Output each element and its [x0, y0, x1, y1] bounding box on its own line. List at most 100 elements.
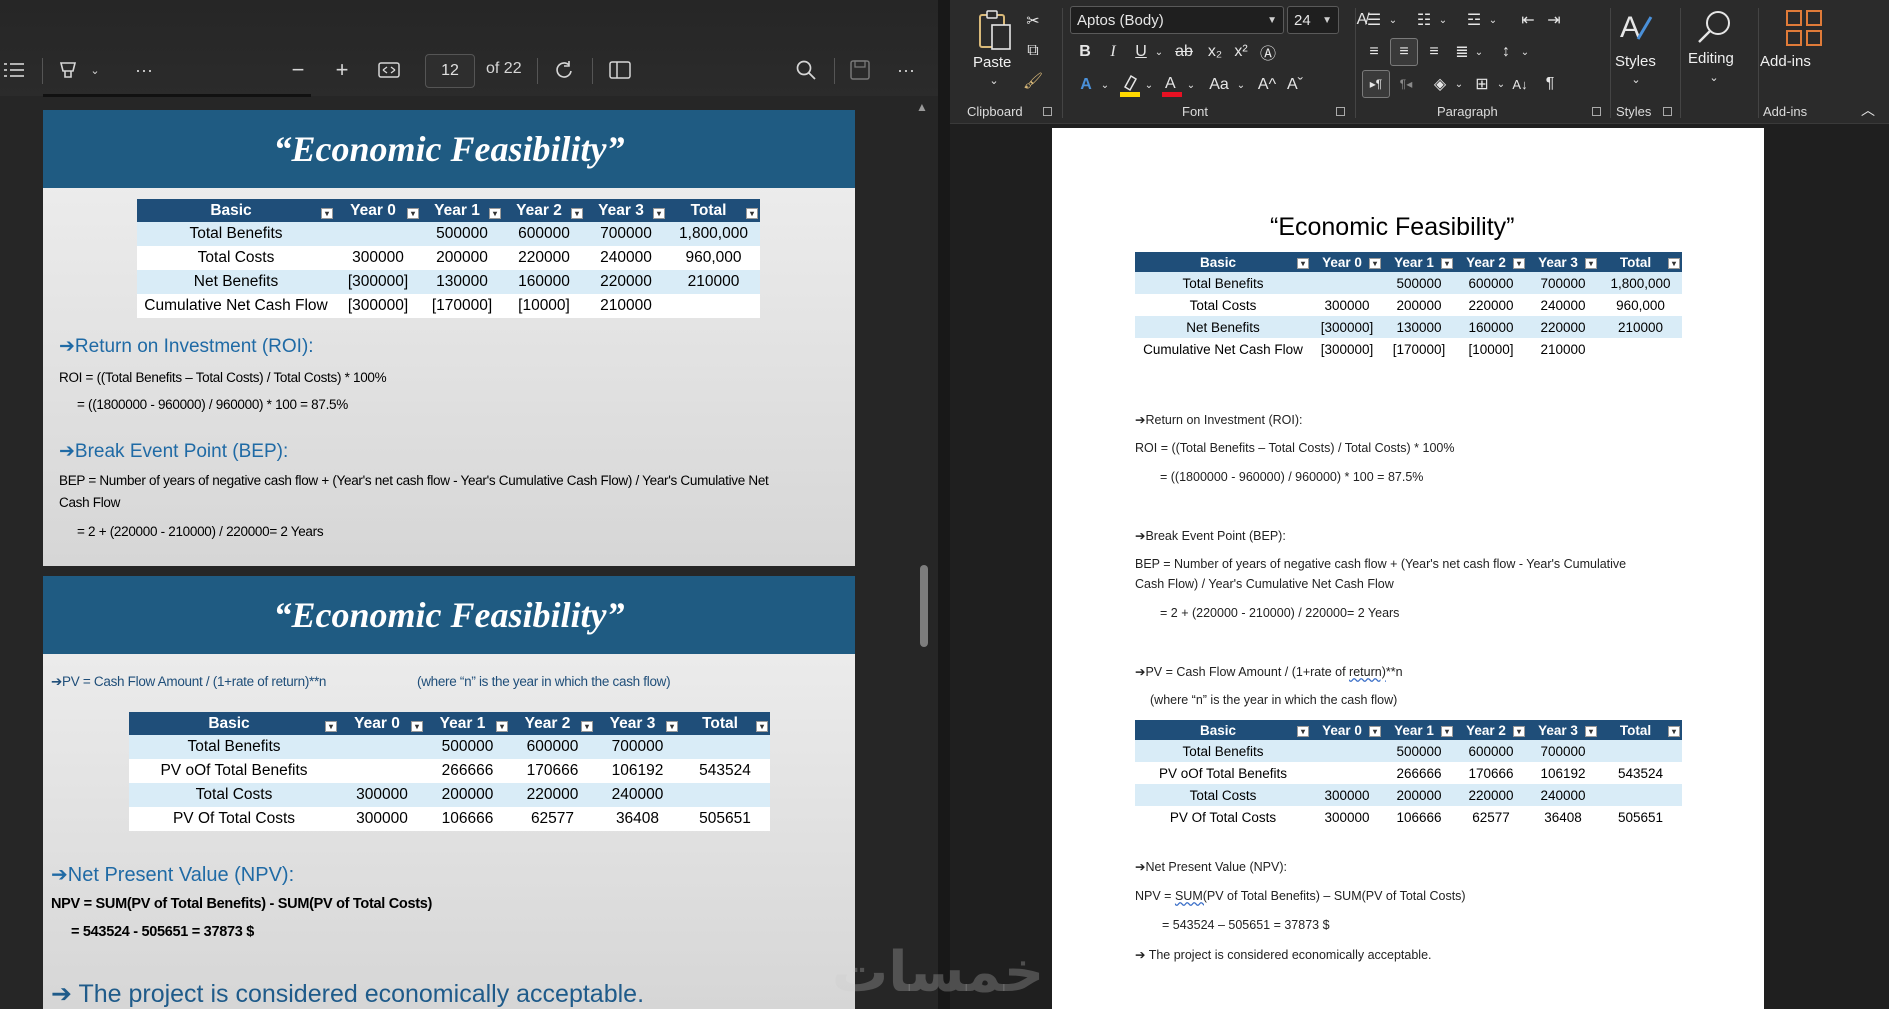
align-left-icon[interactable]: ≡	[1362, 40, 1386, 64]
italic-button[interactable]: I	[1102, 40, 1124, 64]
table-cell[interactable]: 500000	[1383, 272, 1455, 294]
filter-dropdown-icon[interactable]: ▾	[1297, 258, 1309, 269]
shrink-font-button[interactable]: Aˇ	[1282, 72, 1308, 98]
highlight-color-icon[interactable]	[1118, 72, 1142, 98]
table-cell[interactable]: [300000]	[1311, 316, 1383, 338]
filter-dropdown-icon[interactable]: ▾	[571, 208, 583, 219]
filter-dropdown-icon[interactable]: ▾	[1297, 726, 1309, 737]
table-cell[interactable]: 505651	[1599, 806, 1682, 828]
table-cell[interactable]: 300000	[1311, 294, 1383, 316]
bold-button[interactable]: B	[1074, 40, 1096, 64]
clipboard-launcher-icon[interactable]	[1043, 107, 1052, 116]
justify-chevron-icon[interactable]: ⌄	[1472, 40, 1486, 64]
bullets-chevron-icon[interactable]: ⌄	[1386, 8, 1400, 32]
highlight-chevron-icon[interactable]: ⌄	[1142, 72, 1156, 98]
ltr-direction-icon[interactable]: ▸¶	[1362, 70, 1390, 98]
highlighter-icon[interactable]	[54, 56, 82, 84]
filter-dropdown-icon[interactable]: ▾	[1513, 726, 1525, 737]
filter-dropdown-icon[interactable]: ▾	[489, 208, 501, 219]
more-options-icon[interactable]: ···	[892, 56, 920, 84]
minus-icon[interactable]: −	[284, 56, 312, 84]
table-cell[interactable]	[1599, 338, 1682, 360]
spelling-underline[interactable]: return)	[1349, 665, 1386, 679]
table-cell[interactable]: [170000]	[1383, 338, 1455, 360]
table-cell[interactable]: [300000]	[1311, 338, 1383, 360]
table-cell[interactable]: Total Benefits	[1135, 272, 1311, 294]
text-effects-chevron-icon[interactable]: ⌄	[1098, 72, 1112, 98]
scrollbar-thumb[interactable]	[920, 565, 928, 647]
fit-width-icon[interactable]	[374, 56, 404, 84]
page-number-input[interactable]: 12	[425, 54, 475, 88]
borders-chevron-icon[interactable]: ⌄	[1494, 72, 1508, 96]
table-cell[interactable]: 300000	[1311, 806, 1383, 828]
collapse-ribbon-icon[interactable]: ︿	[1858, 100, 1878, 120]
filter-dropdown-icon[interactable]: ▾	[653, 208, 665, 219]
window-divider[interactable]	[938, 0, 950, 1009]
styles-chevron-icon[interactable]: ⌄	[1628, 72, 1644, 86]
document-page[interactable]: “Economic Feasibility” Basic ▾ Year 0 ▾ Ye…	[1052, 128, 1764, 1009]
table-cell[interactable]: 62577	[1455, 806, 1527, 828]
table-cell[interactable]: Total Costs	[1135, 784, 1311, 806]
font-color-chevron-icon[interactable]: ⌄	[1184, 72, 1198, 98]
filter-dropdown-icon[interactable]: ▾	[411, 721, 423, 732]
paste-icon[interactable]	[974, 8, 1014, 52]
numbering-icon[interactable]: ☷	[1412, 8, 1436, 32]
copy-icon[interactable]: ⧉	[1022, 40, 1044, 62]
table-cell[interactable]: 36408	[1527, 806, 1599, 828]
strikethrough-button[interactable]: ab	[1172, 40, 1196, 64]
filter-dropdown-icon[interactable]: ▾	[666, 721, 678, 732]
multilevel-chevron-icon[interactable]: ⌄	[1486, 8, 1500, 32]
editing-icon[interactable]	[1694, 6, 1736, 48]
table-cell[interactable]: 300000	[1311, 784, 1383, 806]
plus-icon[interactable]: +	[328, 56, 356, 84]
table-cell[interactable]: Total Costs	[1135, 294, 1311, 316]
filter-dropdown-icon[interactable]: ▾	[1668, 726, 1680, 737]
styles-button[interactable]: Styles	[1615, 53, 1656, 70]
line-spacing-chevron-icon[interactable]: ⌄	[1518, 40, 1532, 64]
table-cell[interactable]: Net Benefits	[1135, 316, 1311, 338]
filter-dropdown-icon[interactable]: ▾	[1585, 726, 1597, 737]
table-cell[interactable]: PV oOf Total Benefits	[1135, 762, 1311, 784]
table-cell[interactable]	[1311, 272, 1383, 294]
filter-dropdown-icon[interactable]: ▾	[1668, 258, 1680, 269]
align-right-icon[interactable]: ≡	[1422, 40, 1446, 64]
shading-chevron-icon[interactable]: ⌄	[1452, 72, 1466, 96]
filter-dropdown-icon[interactable]: ▾	[407, 208, 419, 219]
text-effects-icon[interactable]: Ⓐ	[1256, 40, 1280, 64]
text-effects-button[interactable]: A	[1074, 72, 1098, 98]
table-cell[interactable]: 130000	[1383, 316, 1455, 338]
editing-button[interactable]: Editing	[1688, 50, 1734, 67]
rotate-icon[interactable]	[550, 56, 578, 84]
list-icon[interactable]	[2, 58, 26, 82]
filter-dropdown-icon[interactable]: ▾	[325, 721, 337, 732]
table-cell[interactable]: 240000	[1527, 784, 1599, 806]
table-cell[interactable]: PV Of Total Costs	[1135, 806, 1311, 828]
borders-icon[interactable]: ⊞	[1470, 72, 1494, 96]
filter-dropdown-icon[interactable]: ▾	[1513, 258, 1525, 269]
styles-icon[interactable]: A	[1616, 8, 1656, 48]
multilevel-list-icon[interactable]: ☲	[1462, 8, 1486, 32]
table-cell[interactable]	[1599, 784, 1682, 806]
table-cell[interactable]: 700000	[1527, 272, 1599, 294]
paragraph-launcher-icon[interactable]	[1592, 107, 1601, 116]
font-size-select[interactable]: 24 ▼	[1287, 6, 1339, 34]
filter-dropdown-icon[interactable]: ▾	[1441, 726, 1453, 737]
align-center-icon[interactable]: ≡	[1390, 38, 1418, 66]
font-name-select[interactable]: Aptos (Body) ▼	[1070, 6, 1284, 34]
add-ins-icon[interactable]	[1784, 8, 1824, 48]
justify-icon[interactable]: ≣	[1450, 40, 1474, 64]
filter-dropdown-icon[interactable]: ▾	[1369, 726, 1381, 737]
table-cell[interactable]: 600000	[1455, 740, 1527, 762]
underline-chevron-icon[interactable]: ⌄	[1152, 40, 1166, 64]
sort-icon[interactable]: A↓	[1508, 72, 1532, 96]
table-cell[interactable]	[1311, 740, 1383, 762]
save-icon[interactable]	[846, 56, 874, 84]
table-cell[interactable]: 106666	[1383, 806, 1455, 828]
table-cell[interactable]: 266666	[1383, 762, 1455, 784]
table-cell[interactable]: 106192	[1527, 762, 1599, 784]
table-cell[interactable]: 220000	[1527, 316, 1599, 338]
scroll-up-arrow-icon[interactable]: ▲	[916, 100, 928, 114]
scrollbar[interactable]	[912, 96, 938, 1009]
table-cell[interactable]	[1311, 762, 1383, 784]
filter-dropdown-icon[interactable]: ▾	[581, 721, 593, 732]
